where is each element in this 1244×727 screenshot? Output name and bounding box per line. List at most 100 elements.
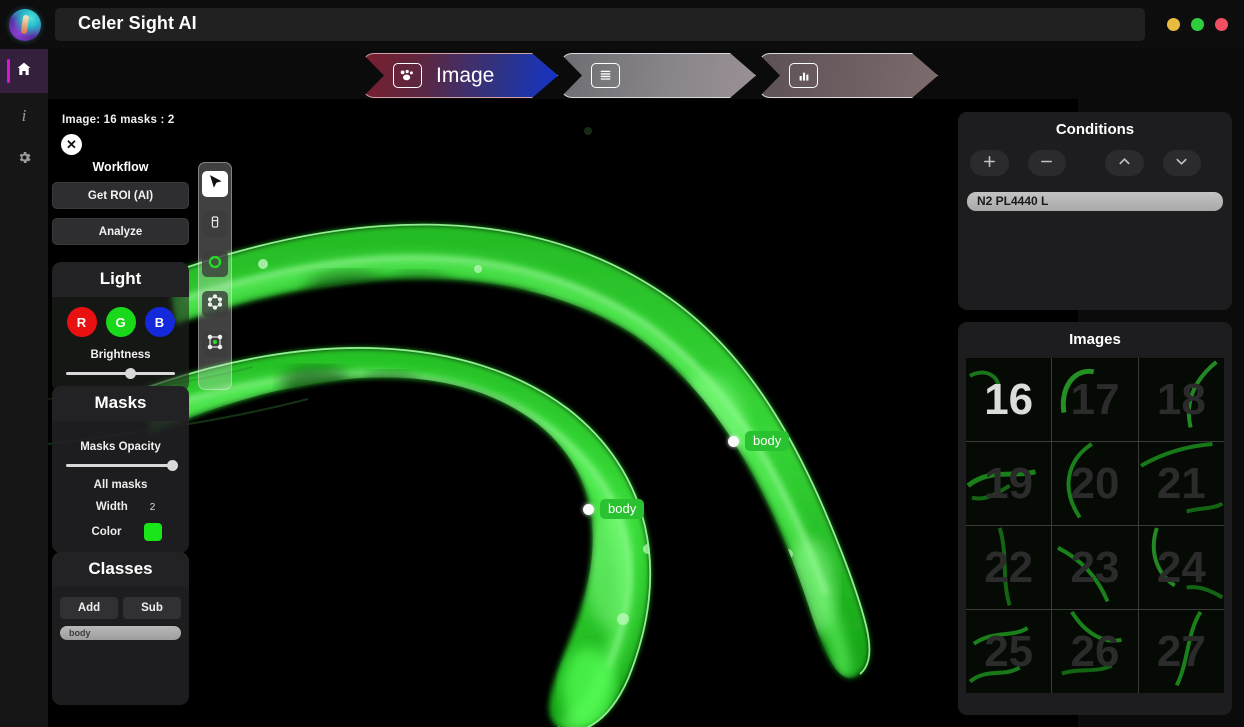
all-masks-label[interactable]: All masks — [52, 479, 189, 491]
masks-opacity-thumb[interactable] — [167, 460, 178, 471]
tab-data[interactable] — [560, 53, 756, 98]
image-thumbnail-number: 20 — [1052, 462, 1137, 506]
images-title: Images — [958, 322, 1232, 358]
minus-icon — [1039, 154, 1054, 173]
tab-image[interactable]: Image — [362, 53, 558, 98]
image-thumbnail[interactable]: 22 — [966, 526, 1051, 609]
classes-title: Classes — [52, 552, 189, 587]
brightness-label: Brightness — [52, 349, 189, 361]
masks-opacity-label: Masks Opacity — [52, 441, 189, 453]
workflow-panel: Workflow Get ROI (AI) Analyze — [52, 160, 189, 254]
workflow-title: Workflow — [52, 160, 189, 174]
remove-condition-button[interactable] — [1028, 150, 1067, 176]
masks-panel: Masks Masks Opacity All masks Width 2 Co… — [52, 386, 189, 553]
window-controls — [1167, 18, 1228, 31]
gear-icon — [17, 150, 32, 169]
image-thumbnail-number: 25 — [966, 630, 1051, 674]
rail-item-info[interactable]: i — [0, 93, 48, 137]
image-thumbnail-number: 24 — [1139, 546, 1224, 590]
conditions-title: Conditions — [958, 112, 1232, 148]
bar-chart-icon — [789, 63, 818, 88]
brightness-track — [66, 372, 175, 375]
tool-magic-circle[interactable] — [202, 251, 228, 277]
tool-bounding-box[interactable] — [202, 331, 228, 357]
tab-strip: Image — [0, 53, 1244, 99]
eraser-icon — [208, 215, 222, 234]
light-channels: R G B — [52, 307, 189, 337]
move-condition-down-button[interactable] — [1163, 150, 1202, 176]
app-logo — [0, 0, 50, 49]
image-thumbnail[interactable]: 19 — [966, 442, 1051, 525]
mask-label: body — [600, 499, 644, 519]
close-button[interactable] — [1215, 18, 1228, 31]
add-class-button[interactable]: Add — [60, 597, 118, 619]
chevron-down-icon — [1174, 154, 1189, 173]
conditions-panel: Conditions N2 — [958, 112, 1232, 310]
mask-point-icon — [583, 504, 594, 515]
image-thumbnail-number: 23 — [1052, 546, 1137, 590]
image-thumbnail[interactable]: 23 — [1052, 526, 1137, 609]
mask-marker[interactable]: body — [583, 499, 644, 519]
image-thumbnail-number: 19 — [966, 462, 1051, 506]
maximize-button[interactable] — [1191, 18, 1204, 31]
light-channel-red[interactable]: R — [67, 307, 97, 337]
analyze-button[interactable]: Analyze — [52, 218, 189, 245]
image-thumbnail[interactable]: 21 — [1139, 442, 1224, 525]
get-roi-ai-button[interactable]: Get ROI (AI) — [52, 182, 189, 209]
image-thumbnail-grid: 16 17 18 19 20 21 — [966, 358, 1224, 693]
canvas-status-text: Image: 16 masks : 2 — [62, 114, 174, 126]
add-condition-button[interactable] — [970, 150, 1009, 176]
light-channel-blue[interactable]: B — [145, 307, 175, 337]
mask-width-value[interactable]: 2 — [150, 502, 156, 513]
left-rail: i — [0, 49, 48, 727]
brightness-slider[interactable] — [66, 368, 175, 378]
application-window: Celer Sight AI i — [0, 0, 1244, 727]
polygon-nodes-icon — [207, 294, 223, 315]
classes-panel: Classes Add Sub body — [52, 552, 189, 707]
image-thumbnail[interactable]: 16 — [966, 358, 1051, 441]
minimize-button[interactable] — [1167, 18, 1180, 31]
image-thumbnail[interactable]: 24 — [1139, 526, 1224, 609]
image-thumbnail-number: 22 — [966, 546, 1051, 590]
brightness-thumb[interactable] — [125, 368, 136, 379]
light-title: Light — [52, 262, 189, 297]
light-panel: Light R G B Brightness — [52, 262, 189, 392]
tab-plots[interactable] — [758, 53, 938, 98]
condition-list-item[interactable]: N2 PL4440 L — [967, 192, 1223, 211]
image-thumbnail-number: 27 — [1139, 630, 1224, 674]
mask-marker[interactable]: body — [728, 431, 789, 451]
masks-opacity-slider[interactable] — [66, 460, 175, 470]
close-image-button[interactable]: ✕ — [61, 134, 82, 155]
mask-width-label: Width — [86, 501, 128, 513]
classes-actions: Add Sub — [60, 597, 181, 619]
image-thumbnail-number: 16 — [966, 378, 1051, 422]
mask-point-icon — [728, 436, 739, 447]
light-channel-green[interactable]: G — [106, 307, 136, 337]
image-thumbnail[interactable]: 27 — [1139, 610, 1224, 693]
move-condition-up-button[interactable] — [1105, 150, 1144, 176]
image-thumbnail[interactable]: 20 — [1052, 442, 1137, 525]
image-thumbnail-number: 26 — [1052, 630, 1137, 674]
class-list-item-body[interactable]: body — [60, 626, 181, 640]
mask-color-swatch[interactable] — [144, 523, 162, 541]
magic-circle-icon — [207, 254, 223, 275]
images-panel: Images 16 17 18 19 20 — [958, 322, 1232, 715]
list-document-icon — [591, 63, 620, 88]
image-thumbnail[interactable]: 17 — [1052, 358, 1137, 441]
info-icon: i — [22, 107, 27, 124]
annotation-toolbar — [198, 162, 232, 390]
title-bar: Celer Sight AI — [0, 0, 1244, 49]
tool-eraser[interactable] — [202, 211, 228, 237]
sub-class-button[interactable]: Sub — [123, 597, 181, 619]
chevron-up-icon — [1117, 154, 1132, 173]
image-thumbnail[interactable]: 25 — [966, 610, 1051, 693]
tool-polygon-nodes[interactable] — [202, 291, 228, 317]
masks-title: Masks — [52, 386, 189, 421]
masks-opacity-track — [66, 464, 175, 467]
rail-item-settings[interactable] — [0, 137, 48, 181]
image-thumbnail[interactable]: 18 — [1139, 358, 1224, 441]
tool-cursor-arrow[interactable] — [202, 171, 228, 197]
image-thumbnail[interactable]: 26 — [1052, 610, 1137, 693]
bounding-box-icon — [207, 334, 223, 355]
mask-width-row: Width 2 — [52, 501, 189, 513]
